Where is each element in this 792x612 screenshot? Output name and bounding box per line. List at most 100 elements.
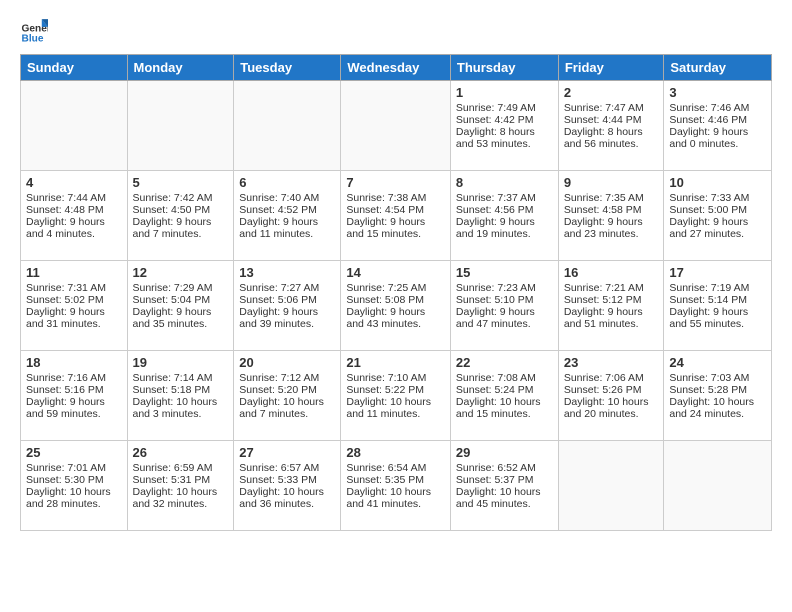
day-info: Daylight: 9 hours xyxy=(346,306,445,318)
calendar-cell: 20Sunrise: 7:12 AMSunset: 5:20 PMDayligh… xyxy=(234,351,341,441)
day-info: and 4 minutes. xyxy=(26,228,122,240)
day-info: Sunset: 5:16 PM xyxy=(26,384,122,396)
day-number: 8 xyxy=(456,175,553,190)
day-info: Daylight: 9 hours xyxy=(564,306,659,318)
calendar-cell: 26 Sunrise: 6:59 AMSunset: 5:31 PMDayligh… xyxy=(127,441,234,531)
day-info: and 19 minutes. xyxy=(456,228,553,240)
day-number: 24 xyxy=(669,355,766,370)
day-info: and 0 minutes. xyxy=(669,138,766,150)
calendar-cell: 7Sunrise: 7:38 AMSunset: 4:54 PMDaylight… xyxy=(341,171,451,261)
day-number: 3 xyxy=(669,85,766,100)
calendar-cell: 16Sunrise: 7:21 AMSunset: 5:12 PMDayligh… xyxy=(558,261,664,351)
calendar-cell: 18Sunrise: 7:16 AMSunset: 5:16 PMDayligh… xyxy=(21,351,128,441)
day-info: Daylight: 9 hours xyxy=(456,216,553,228)
calendar-table: SundayMondayTuesdayWednesdayThursdayFrid… xyxy=(20,54,772,531)
day-number: 1 xyxy=(456,85,553,100)
calendar-cell: 13Sunrise: 7:27 AMSunset: 5:06 PMDayligh… xyxy=(234,261,341,351)
calendar-week-row: 18Sunrise: 7:16 AMSunset: 5:16 PMDayligh… xyxy=(21,351,772,441)
day-info: Daylight: 9 hours xyxy=(133,216,229,228)
day-info: Daylight: 9 hours xyxy=(26,306,122,318)
day-number: 19 xyxy=(133,355,229,370)
page-header: General Blue xyxy=(20,16,772,44)
weekday-header-wednesday: Wednesday xyxy=(341,55,451,81)
day-info: Sunset: 4:44 PM xyxy=(564,114,659,126)
day-info: Sunset: 4:54 PM xyxy=(346,204,445,216)
day-info: and 11 minutes. xyxy=(346,408,445,420)
day-info: and 3 minutes. xyxy=(133,408,229,420)
calendar-cell: 10Sunrise: 7:33 AMSunset: 5:00 PMDayligh… xyxy=(664,171,772,261)
day-info: Sunrise: 7:44 AM xyxy=(26,192,122,204)
calendar-cell: 21Sunrise: 7:10 AMSunset: 5:22 PMDayligh… xyxy=(341,351,451,441)
day-number: 15 xyxy=(456,265,553,280)
weekday-header-tuesday: Tuesday xyxy=(234,55,341,81)
day-info: Sunset: 5:30 PM xyxy=(26,474,122,486)
day-info: Sunrise: 7:35 AM xyxy=(564,192,659,204)
day-info: Sunrise: 7:03 AM xyxy=(669,372,766,384)
day-info: Sunrise: 7:47 AM xyxy=(564,102,659,114)
day-number: 11 xyxy=(26,265,122,280)
day-info: Sunset: 5:04 PM xyxy=(133,294,229,306)
day-info: and 36 minutes. xyxy=(239,498,335,510)
calendar-cell: 3Sunrise: 7:46 AMSunset: 4:46 PMDaylight… xyxy=(664,81,772,171)
calendar-cell xyxy=(234,81,341,171)
day-info: and 59 minutes. xyxy=(26,408,122,420)
day-info: and 39 minutes. xyxy=(239,318,335,330)
day-info: Sunset: 4:42 PM xyxy=(456,114,553,126)
day-info: Sunset: 5:18 PM xyxy=(133,384,229,396)
weekday-header-friday: Friday xyxy=(558,55,664,81)
calendar-cell: 12Sunrise: 7:29 AMSunset: 5:04 PMDayligh… xyxy=(127,261,234,351)
day-info: Sunset: 5:10 PM xyxy=(456,294,553,306)
day-info: Sunset: 5:02 PM xyxy=(26,294,122,306)
day-number: 7 xyxy=(346,175,445,190)
day-info: Daylight: 10 hours xyxy=(133,396,229,408)
calendar-cell: 15Sunrise: 7:23 AMSunset: 5:10 PMDayligh… xyxy=(450,261,558,351)
day-info: Daylight: 10 hours xyxy=(669,396,766,408)
day-info: Sunset: 4:58 PM xyxy=(564,204,659,216)
day-info: Sunset: 5:06 PM xyxy=(239,294,335,306)
day-number: 26 xyxy=(133,445,229,460)
day-info: and 47 minutes. xyxy=(456,318,553,330)
day-info: Daylight: 10 hours xyxy=(239,486,335,498)
day-info: Sunrise: 7:01 AM xyxy=(26,462,122,474)
calendar-cell xyxy=(21,81,128,171)
day-info: Sunset: 5:31 PM xyxy=(133,474,229,486)
day-number: 17 xyxy=(669,265,766,280)
day-info: Sunrise: 6:57 AM xyxy=(239,462,335,474)
calendar-cell: 28Sunrise: 6:54 AMSunset: 5:35 PMDayligh… xyxy=(341,441,451,531)
day-info: Sunrise: 6:59 AM xyxy=(133,462,229,474)
day-info: Daylight: 9 hours xyxy=(669,216,766,228)
day-info: Sunrise: 7:10 AM xyxy=(346,372,445,384)
day-info: Sunrise: 7:33 AM xyxy=(669,192,766,204)
day-info: Daylight: 10 hours xyxy=(456,396,553,408)
day-number: 13 xyxy=(239,265,335,280)
day-info: Sunrise: 7:16 AM xyxy=(26,372,122,384)
day-number: 6 xyxy=(239,175,335,190)
day-info: Sunrise: 7:06 AM xyxy=(564,372,659,384)
day-info: and 15 minutes. xyxy=(346,228,445,240)
day-info: Sunrise: 6:54 AM xyxy=(346,462,445,474)
day-info: and 51 minutes. xyxy=(564,318,659,330)
day-info: and 41 minutes. xyxy=(346,498,445,510)
day-info: and 53 minutes. xyxy=(456,138,553,150)
logo: General Blue xyxy=(20,16,52,44)
day-info: and 7 minutes. xyxy=(133,228,229,240)
day-info: Sunrise: 7:08 AM xyxy=(456,372,553,384)
calendar-cell: 6Sunrise: 7:40 AMSunset: 4:52 PMDaylight… xyxy=(234,171,341,261)
day-info: Sunrise: 7:40 AM xyxy=(239,192,335,204)
calendar-cell xyxy=(558,441,664,531)
weekday-header-monday: Monday xyxy=(127,55,234,81)
calendar-cell: 24Sunrise: 7:03 AMSunset: 5:28 PMDayligh… xyxy=(664,351,772,441)
day-info: Sunset: 5:20 PM xyxy=(239,384,335,396)
calendar-cell: 29Sunrise: 6:52 AMSunset: 5:37 PMDayligh… xyxy=(450,441,558,531)
day-number: 4 xyxy=(26,175,122,190)
day-info: and 55 minutes. xyxy=(669,318,766,330)
calendar-cell: 27Sunrise: 6:57 AMSunset: 5:33 PMDayligh… xyxy=(234,441,341,531)
calendar-cell: 9Sunrise: 7:35 AMSunset: 4:58 PMDaylight… xyxy=(558,171,664,261)
day-info: Daylight: 9 hours xyxy=(133,306,229,318)
calendar-header-row: SundayMondayTuesdayWednesdayThursdayFrid… xyxy=(21,55,772,81)
day-info: Daylight: 10 hours xyxy=(133,486,229,498)
day-info: and 27 minutes. xyxy=(669,228,766,240)
day-number: 14 xyxy=(346,265,445,280)
calendar-cell: 8Sunrise: 7:37 AMSunset: 4:56 PMDaylight… xyxy=(450,171,558,261)
calendar-cell: 17Sunrise: 7:19 AMSunset: 5:14 PMDayligh… xyxy=(664,261,772,351)
